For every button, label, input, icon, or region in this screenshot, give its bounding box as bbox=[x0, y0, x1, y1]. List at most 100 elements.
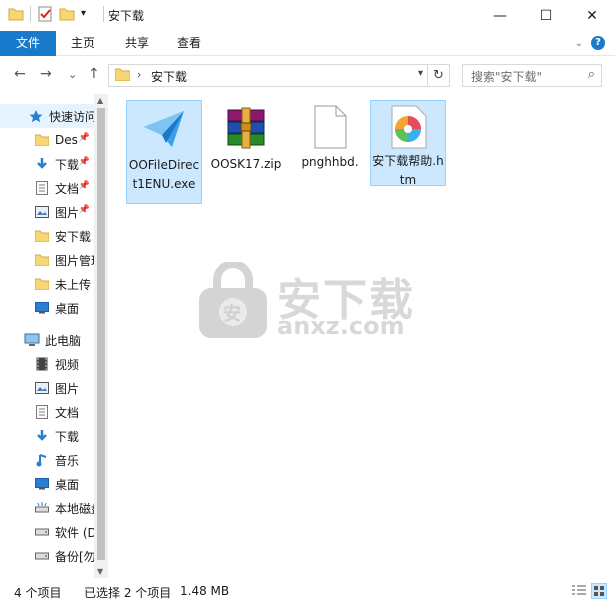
file-item[interactable]: pnghhbd. bbox=[292, 100, 368, 172]
search-placeholder: 搜索"安下载" bbox=[471, 70, 543, 84]
sidebar-item-downloads[interactable]: 下载 bbox=[0, 424, 94, 448]
tab-home[interactable]: 主页 bbox=[64, 31, 102, 56]
recent-locations-button[interactable]: ⌄ bbox=[68, 68, 77, 81]
desktop-icon bbox=[34, 476, 50, 492]
folder-icon bbox=[114, 68, 131, 82]
desktop-icon bbox=[34, 300, 50, 316]
properties-icon[interactable] bbox=[37, 6, 53, 22]
window-title: 安下载 bbox=[108, 9, 145, 23]
sidebar-item-label: Des bbox=[55, 133, 78, 147]
file-name: pnghhbd. bbox=[301, 155, 359, 169]
ribbon-tabs: 文件 主页 共享 查看 ⌄ ? bbox=[0, 31, 615, 56]
pin-icon: 📌 bbox=[78, 181, 90, 191]
details-view-icon[interactable] bbox=[571, 583, 587, 599]
tab-share[interactable]: 共享 bbox=[118, 31, 156, 56]
sidebar-item-backup-drive[interactable]: 备份[勿 bbox=[0, 544, 94, 568]
sidebar-item-label: 图片 bbox=[55, 205, 80, 220]
sidebar-item-not-uploaded[interactable]: 未上传 bbox=[0, 272, 94, 296]
sidebar-item-documents[interactable]: 文档 bbox=[0, 400, 94, 424]
scroll-down-icon[interactable]: ▼ bbox=[97, 567, 103, 576]
sidebar-item-desktop[interactable]: 桌面 bbox=[0, 296, 94, 320]
up-button[interactable]: ↑ bbox=[88, 66, 100, 82]
sidebar-scrollbar[interactable]: ▲ ▼ bbox=[94, 94, 108, 578]
forward-button[interactable]: → bbox=[40, 66, 52, 82]
sidebar-item-label: 备份[勿 bbox=[55, 549, 94, 564]
sidebar-item-label: 软件 (D bbox=[55, 525, 94, 540]
watermark-badge: 安 bbox=[223, 304, 241, 325]
chevron-down-icon[interactable]: ▾ bbox=[418, 68, 423, 79]
drive-icon bbox=[34, 524, 50, 540]
sidebar-item-label: 桌面 bbox=[55, 477, 80, 492]
file-item[interactable]: OOSK17.zip bbox=[208, 100, 284, 192]
sidebar-item-music[interactable]: 音乐 bbox=[0, 448, 94, 472]
tab-view[interactable]: 查看 bbox=[170, 31, 208, 56]
sidebar-item-local-disk[interactable]: 本地磁盘 bbox=[0, 496, 94, 520]
folder-icon[interactable] bbox=[8, 6, 24, 22]
sidebar-item-pictures-pinned[interactable]: 图片 📌 bbox=[0, 200, 94, 224]
download-icon bbox=[34, 428, 50, 444]
scroll-up-icon[interactable]: ▲ bbox=[97, 96, 103, 105]
sidebar-item-desktop-pinned[interactable]: Des 📌 bbox=[0, 128, 94, 152]
scrollbar-thumb[interactable] bbox=[97, 108, 105, 560]
htm-file-icon bbox=[384, 105, 432, 149]
watermark-url: anxz.com bbox=[277, 312, 405, 340]
sidebar-item-label: 音乐 bbox=[55, 453, 80, 468]
sidebar-item-label: 下载 bbox=[55, 157, 80, 172]
customize-toolbar-icon[interactable]: ▾ bbox=[81, 6, 97, 22]
sidebar-item-desktop-pc[interactable]: 桌面 bbox=[0, 472, 94, 496]
sidebar-item-pictures[interactable]: 图片 bbox=[0, 376, 94, 400]
sidebar-item-videos[interactable]: 视频 bbox=[0, 352, 94, 376]
star-icon bbox=[28, 108, 44, 124]
minimize-button[interactable]: — bbox=[477, 0, 523, 31]
expand-ribbon-icon[interactable]: ⌄ bbox=[575, 38, 583, 49]
sidebar-item-drive-d[interactable]: 软件 (D bbox=[0, 520, 94, 544]
sidebar-item-label: 快速访问 bbox=[49, 109, 94, 124]
file-name: OOFileDirect1ENU.exe bbox=[128, 158, 200, 191]
refresh-button[interactable]: ↻ bbox=[428, 64, 450, 87]
computer-icon bbox=[24, 332, 40, 348]
winrar-archive-icon bbox=[222, 104, 270, 152]
sidebar-item-anxiazai[interactable]: 安下载 bbox=[0, 224, 94, 248]
maximize-button[interactable]: ☐ bbox=[523, 0, 569, 31]
music-icon bbox=[34, 452, 50, 468]
new-folder-icon[interactable] bbox=[59, 6, 75, 22]
folder-icon bbox=[34, 252, 50, 268]
document-icon bbox=[34, 404, 50, 420]
breadcrumb-separator[interactable]: › bbox=[137, 68, 141, 81]
file-name: 安下载帮助.htm bbox=[372, 154, 444, 187]
toolbar-divider bbox=[30, 6, 31, 22]
pin-icon: 📌 bbox=[78, 133, 90, 143]
document-icon bbox=[34, 180, 50, 196]
sidebar-item-documents-pinned[interactable]: 文档 📌 bbox=[0, 176, 94, 200]
search-icon[interactable]: ⌕ bbox=[588, 67, 595, 82]
item-count: 4 个项目 bbox=[14, 586, 62, 600]
download-icon bbox=[34, 156, 50, 172]
search-input[interactable]: 搜索"安下载" ⌕ bbox=[462, 64, 602, 87]
selection-size: 1.48 MB bbox=[180, 584, 230, 598]
navigation-pane: 快速访问 Des 📌 下载 📌 文档 📌 图片 📌 安下载 图片管理 未上传 桌… bbox=[0, 94, 108, 578]
drive-icon bbox=[34, 500, 50, 516]
sidebar-item-picture-management[interactable]: 图片管理 bbox=[0, 248, 94, 272]
picture-icon bbox=[34, 204, 50, 220]
sidebar-item-quick-access[interactable]: 快速访问 bbox=[0, 104, 94, 128]
sidebar-item-label: 图片管理 bbox=[55, 253, 94, 268]
lock-logo-icon: 安 bbox=[197, 260, 269, 340]
sidebar-item-this-pc[interactable]: 此电脑 bbox=[0, 328, 94, 352]
sidebar-item-label: 安下载 bbox=[55, 229, 92, 244]
quick-access-toolbar: ▾ bbox=[8, 6, 110, 22]
exe-app-icon bbox=[140, 105, 188, 153]
file-item[interactable]: OOFileDirect1ENU.exe bbox=[126, 100, 202, 204]
large-icons-view-icon[interactable] bbox=[591, 583, 607, 599]
help-icon[interactable]: ? bbox=[591, 36, 605, 50]
file-item[interactable]: 安下载帮助.htm bbox=[370, 100, 446, 187]
tab-file[interactable]: 文件 bbox=[0, 31, 56, 56]
sidebar-item-downloads-pinned[interactable]: 下载 📌 bbox=[0, 152, 94, 176]
address-bar[interactable]: › 安下载 ▾ bbox=[108, 64, 428, 87]
sidebar-item-label: 文档 bbox=[55, 405, 80, 420]
sidebar-item-label: 文档 bbox=[55, 181, 80, 196]
breadcrumb[interactable]: 安下载 bbox=[151, 68, 187, 85]
folder-icon bbox=[34, 276, 50, 292]
file-name: OOSK17.zip bbox=[210, 157, 282, 171]
close-button[interactable]: ✕ bbox=[569, 0, 615, 31]
back-button[interactable]: ← bbox=[14, 66, 26, 82]
